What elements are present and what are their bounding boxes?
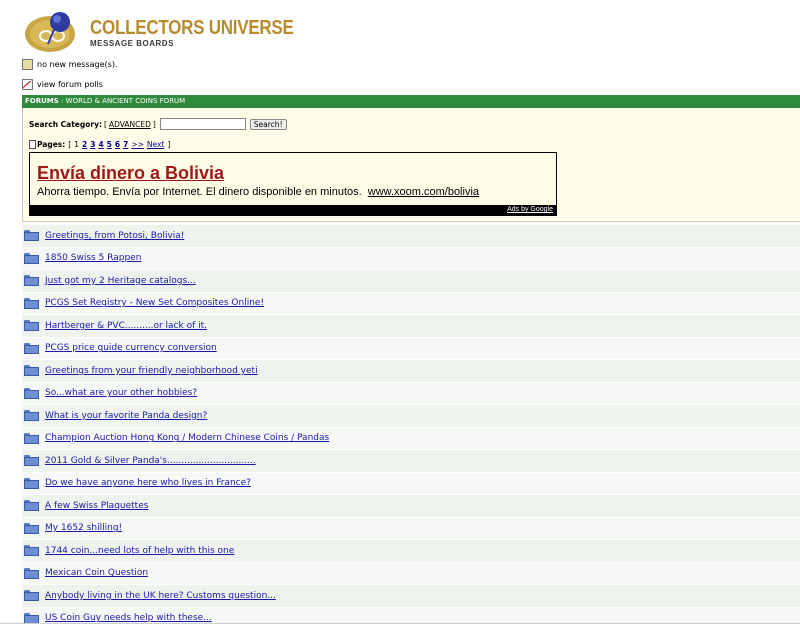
thread-link[interactable]: PCGS price guide currency conversion — [45, 343, 217, 353]
pages-bracket-close: ] — [167, 140, 171, 149]
thread-link[interactable]: PCGS Set Registry - New Set Composites O… — [45, 298, 264, 308]
messages-status-text: no new message(s). — [37, 60, 118, 69]
view-polls-link[interactable]: view forum polls — [37, 80, 103, 89]
table-row: My 1652 shilling! — [22, 516, 800, 539]
folder-icon — [24, 477, 39, 489]
ad-url-link[interactable]: www.xoom.com/bolivia — [368, 186, 479, 198]
forum-header-panel: Search Category: [ ADVANCED ] Search! Pa… — [22, 108, 800, 222]
page-1: 1 — [74, 140, 79, 149]
table-row: Mexican Coin Question — [22, 561, 800, 584]
page-2-link[interactable]: 2 — [82, 140, 87, 149]
page-6-link[interactable]: 6 — [115, 140, 120, 149]
folder-icon — [24, 455, 39, 467]
thread-link[interactable]: Greetings from your friendly neighborhoo… — [45, 366, 258, 376]
folder-icon — [24, 275, 39, 287]
table-row: A few Swiss Plaquettes — [22, 494, 800, 517]
page-bottom-edge — [0, 623, 800, 627]
breadcrumb-separator: : — [61, 97, 64, 105]
thread-list: Greetings, from Potosi, Bolivia! 1850 Sw… — [22, 224, 800, 627]
folder-icon — [24, 365, 39, 377]
folder-icon — [24, 567, 39, 579]
next-page-link[interactable]: Next — [147, 140, 164, 149]
breadcrumb: FORUMS : WORLD & ANCIENT COINS FORUM — [22, 95, 800, 108]
thread-link[interactable]: Greetings, from Potosi, Bolivia! — [45, 231, 184, 241]
search-input[interactable] — [159, 118, 246, 130]
table-row: Hartberger & PVC..........or lack of it. — [22, 314, 800, 337]
folder-icon — [24, 410, 39, 422]
folder-icon — [24, 252, 39, 264]
google-ad[interactable]: Envía dinero a Bolivia Ahorra tiempo. En… — [29, 152, 557, 216]
folder-icon — [24, 432, 39, 444]
table-row: Just got my 2 Heritage catalogs... — [22, 269, 800, 292]
page-3-link[interactable]: 3 — [90, 140, 95, 149]
page-5-link[interactable]: 5 — [107, 140, 112, 149]
table-row: Anybody living in the UK here? Customs q… — [22, 584, 800, 607]
page-icon — [29, 140, 36, 149]
thread-link[interactable]: Champion Auction Hong Kong / Modern Chin… — [45, 433, 329, 443]
search-button[interactable]: Search! — [249, 118, 287, 130]
envelope-icon — [22, 59, 33, 70]
table-row: PCGS Set Registry - New Set Composites O… — [22, 291, 800, 314]
breadcrumb-forum-name[interactable]: WORLD & ANCIENT COINS FORUM — [66, 97, 186, 105]
ad-description-text: Ahorra tiempo. Envía por Internet. El di… — [37, 186, 362, 198]
thread-link[interactable]: 1850 Swiss 5 Rappen — [45, 253, 141, 263]
thread-link[interactable]: My 1652 shilling! — [45, 523, 122, 533]
thread-link[interactable]: Do we have anyone here who lives in Fran… — [45, 478, 251, 488]
ad-description: Ahorra tiempo. Envía por Internet. El di… — [37, 186, 479, 198]
thread-link[interactable]: A few Swiss Plaquettes — [45, 501, 148, 511]
search-label: Search Category: — [29, 119, 102, 129]
table-row: So...what are your other hobbies? — [22, 381, 800, 404]
chart-icon — [22, 79, 33, 90]
page-forward-link[interactable]: >> — [131, 140, 144, 149]
table-row: 1744 coin...need lots of help with this … — [22, 539, 800, 562]
thread-link[interactable]: 1744 coin...need lots of help with this … — [45, 546, 234, 556]
ad-title-link[interactable]: Envía dinero a Bolivia — [37, 163, 224, 184]
advanced-search-link[interactable]: ADVANCED — [109, 120, 151, 129]
table-row: What is your favorite Panda design? — [22, 404, 800, 427]
table-row: 2011 Gold & Silver Panda's..............… — [22, 449, 800, 472]
pages-label: Pages: — [37, 140, 66, 149]
folder-icon — [24, 342, 39, 354]
search-row: Search Category: [ ADVANCED ] Search! — [29, 118, 287, 130]
folder-icon — [24, 320, 39, 332]
folder-icon — [24, 500, 39, 512]
thread-link[interactable]: What is your favorite Panda design? — [45, 411, 207, 421]
folder-icon — [24, 230, 39, 242]
pagination: Pages: [ 1 2 3 4 5 6 7 >> Next ] — [29, 140, 170, 149]
folder-icon — [24, 297, 39, 309]
logo-title: COLLECTORS UNIVERSE — [90, 17, 294, 39]
logo-coin-icon — [25, 12, 75, 52]
folder-icon — [24, 545, 39, 557]
thread-link[interactable]: 2011 Gold & Silver Panda's..............… — [45, 456, 256, 466]
site-logo[interactable]: COLLECTORS UNIVERSE Message Boards — [22, 8, 294, 56]
folder-icon — [24, 590, 39, 602]
thread-link[interactable]: Just got my 2 Heritage catalogs... — [45, 276, 196, 286]
ads-by-google-link[interactable]: Ads by Google — [507, 206, 553, 213]
page-7-link[interactable]: 7 — [123, 140, 128, 149]
table-row: Champion Auction Hong Kong / Modern Chin… — [22, 426, 800, 449]
table-row: 1850 Swiss 5 Rappen — [22, 246, 800, 269]
thread-link[interactable]: Mexican Coin Question — [45, 568, 148, 578]
table-row: Greetings, from Potosi, Bolivia! — [22, 224, 800, 247]
thread-link[interactable]: US Coin Guy needs help with these... — [45, 613, 212, 623]
thread-link[interactable]: So...what are your other hobbies? — [45, 388, 197, 398]
thread-link[interactable]: Hartberger & PVC..........or lack of it. — [45, 321, 207, 331]
page-4-link[interactable]: 4 — [98, 140, 103, 149]
thread-link[interactable]: Anybody living in the UK here? Customs q… — [45, 591, 276, 601]
table-row: PCGS price guide currency conversion — [22, 336, 800, 359]
logo-subtitle: Message Boards — [90, 39, 174, 48]
table-row: Greetings from your friendly neighborhoo… — [22, 359, 800, 382]
bracket-open: [ — [104, 119, 107, 129]
bracket-close: ] — [152, 119, 156, 129]
folder-icon — [24, 387, 39, 399]
polls-link-row[interactable]: view forum polls — [22, 79, 103, 90]
folder-icon — [24, 522, 39, 534]
messages-status-row[interactable]: no new message(s). — [22, 59, 118, 70]
pages-bracket-open: [ — [68, 140, 72, 149]
breadcrumb-forums-link[interactable]: FORUMS — [25, 97, 59, 105]
ad-footer: Ads by Google — [30, 205, 556, 215]
table-row: Do we have anyone here who lives in Fran… — [22, 471, 800, 494]
